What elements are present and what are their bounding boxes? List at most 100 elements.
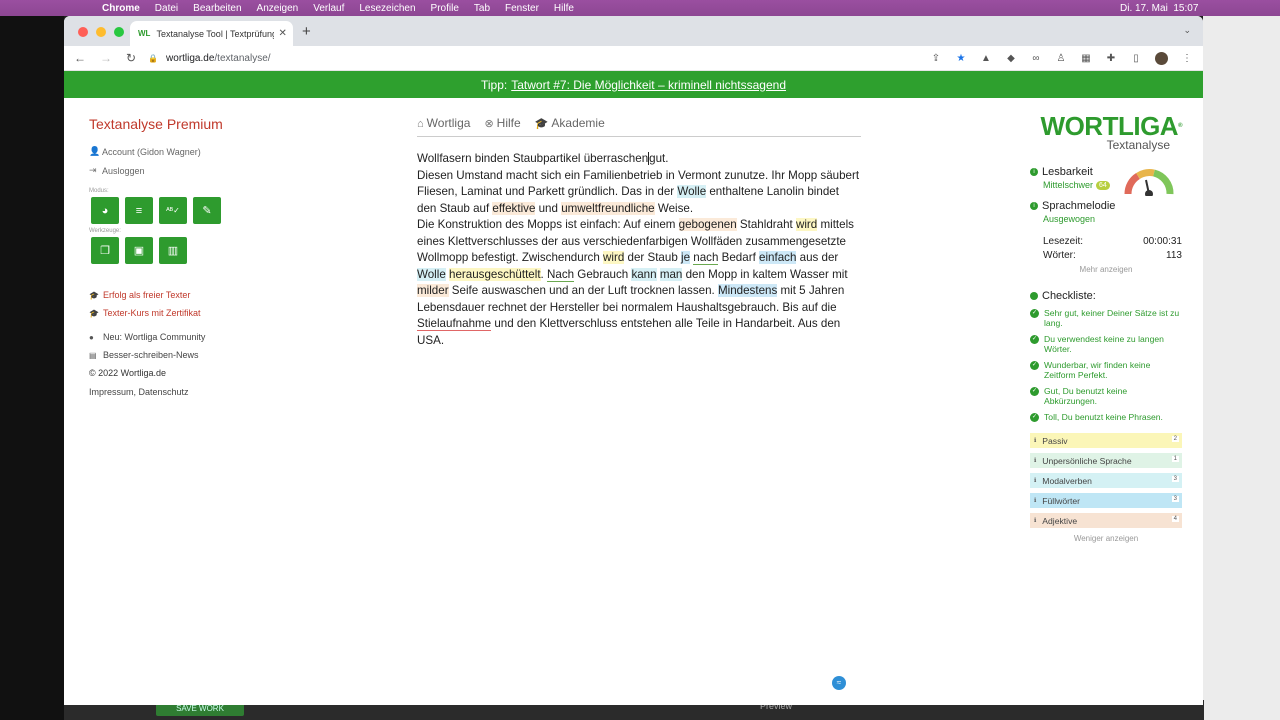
category-count: 2: [1171, 436, 1179, 442]
extension-icon[interactable]: ♙: [1055, 53, 1067, 64]
highlight-filler[interactable]: einfach: [759, 251, 797, 264]
menu-datei[interactable]: Datei: [155, 3, 178, 14]
highlight-adjective[interactable]: umweltfreundliche: [561, 201, 655, 215]
extensions-puzzle-icon[interactable]: ✚: [1105, 53, 1117, 64]
extension-icon[interactable]: ▦: [1080, 53, 1092, 64]
info-icon[interactable]: ℹ: [1034, 517, 1036, 524]
save-button[interactable]: ▣: [125, 237, 153, 264]
check-icon: ✓: [1030, 335, 1039, 344]
highlight-passive[interactable]: herausgeschüttelt: [449, 267, 541, 281]
menu-tab[interactable]: Tab: [474, 3, 490, 14]
category-impersonal[interactable]: ℹ Unpersönliche Sprache 1: [1030, 453, 1182, 468]
category-adjectives[interactable]: ℹ Adjektive 4: [1030, 513, 1182, 528]
show-less-link[interactable]: Weniger anzeigen: [1030, 534, 1182, 543]
nav-akademie[interactable]: 🎓 Akademie: [535, 116, 605, 130]
maximize-window-button[interactable]: [114, 27, 124, 37]
highlight-modal[interactable]: kann: [631, 267, 657, 281]
highlight-impersonal[interactable]: man: [659, 267, 683, 281]
highlight-modal[interactable]: Wolle: [417, 267, 446, 281]
extension-icon[interactable]: ▲: [980, 53, 992, 64]
forward-icon[interactable]: →: [100, 51, 112, 65]
community-link-label: Neu: Wortliga Community: [103, 332, 206, 342]
checklist-item: ✓ Gut, Du benutzt keine Abkürzungen.: [1030, 386, 1182, 406]
spelling-error-underline[interactable]: Stielaufnahme: [417, 317, 492, 331]
info-icon[interactable]: ℹ: [1034, 477, 1036, 484]
category-label: Passiv: [1042, 435, 1068, 446]
freelance-link[interactable]: 🎓 Erfolg als freier Texter: [89, 290, 289, 300]
menu-fenster[interactable]: Fenster: [505, 3, 539, 14]
bookmark-star-icon[interactable]: ★: [955, 53, 967, 64]
info-icon[interactable]: ℹ: [1034, 457, 1036, 464]
category-modal-verbs[interactable]: ℹ Modalverben 3: [1030, 473, 1182, 488]
share-icon[interactable]: ⇪: [930, 53, 942, 64]
copy-button[interactable]: ❐: [91, 237, 119, 264]
highlight-passive[interactable]: wird: [603, 251, 625, 264]
address-bar[interactable]: 🔒 wortliga.de/textanalyse/: [148, 53, 270, 64]
underline-suggestion[interactable]: nach: [693, 251, 719, 265]
minimize-window-button[interactable]: [96, 27, 106, 37]
menu-bearbeiten[interactable]: Bearbeiten: [193, 3, 241, 14]
new-tab-button[interactable]: +: [302, 23, 311, 40]
menu-chrome[interactable]: Chrome: [102, 3, 140, 14]
community-link[interactable]: ● Neu: Wortliga Community: [89, 332, 289, 342]
tip-link[interactable]: Tatwort #7: Die Möglichkeit – kriminell …: [511, 78, 786, 92]
sidebar-icon[interactable]: ▯: [1130, 53, 1142, 64]
close-window-button[interactable]: [78, 27, 88, 37]
menu-hilfe[interactable]: Hilfe: [554, 3, 574, 14]
back-icon[interactable]: ←: [74, 51, 86, 65]
close-tab-icon[interactable]: ✕: [278, 28, 286, 39]
delete-button[interactable]: ▥: [159, 237, 187, 264]
logo-text: WORTLIGA: [1040, 111, 1179, 141]
highlight-filler[interactable]: Wolle: [677, 185, 707, 198]
reload-icon[interactable]: ↻: [126, 51, 136, 65]
underline-suggestion[interactable]: Nach: [547, 267, 575, 282]
logout-link[interactable]: ⇥ Ausloggen: [89, 165, 289, 176]
extension-icon[interactable]: ∞: [1030, 53, 1042, 64]
menubar-clock[interactable]: Di. 17. Mai 15:07: [1120, 3, 1198, 14]
account-link[interactable]: 👤 Account (Gidon Wagner): [89, 146, 289, 157]
melody-value: Ausgewogen: [1043, 214, 1096, 224]
highlight-passive[interactable]: wird: [795, 218, 818, 231]
text-editor[interactable]: Wollfasern binden Staubpartikel überrasc…: [417, 151, 861, 349]
highlight-filler[interactable]: je: [681, 251, 691, 264]
info-icon[interactable]: ℹ: [1034, 497, 1036, 504]
menu-profile[interactable]: Profile: [431, 3, 459, 14]
kebab-menu-icon[interactable]: ⋮: [1181, 53, 1193, 64]
wortliga-logo[interactable]: WORTLIGA®: [1030, 111, 1183, 141]
nav-hilfe[interactable]: ⊗ Hilfe: [484, 116, 520, 130]
datenschutz-link[interactable]: Datenschutz: [139, 387, 189, 397]
info-icon[interactable]: i: [1030, 168, 1038, 176]
extension-icon[interactable]: ◆: [1005, 53, 1017, 64]
show-more-link[interactable]: Mehr anzeigen: [1030, 265, 1182, 274]
tab-textanalyse[interactable]: WL Textanalyse Tool | Textprüfung ✕: [130, 21, 293, 46]
info-icon[interactable]: [1030, 292, 1038, 300]
news-link-label: Besser-schreiben-News: [103, 350, 199, 360]
course-link[interactable]: 🎓 Texter-Kurs mit Zertifikat: [89, 308, 289, 318]
menu-anzeigen[interactable]: Anzeigen: [257, 3, 299, 14]
nav-wortliga[interactable]: ⌂ Wortliga: [417, 116, 470, 130]
palette-mode-button[interactable]: ◕: [91, 197, 119, 224]
impressum-link[interactable]: Impressum: [89, 387, 134, 397]
left-sidebar: Textanalyse Premium 👤 Account (Gidon Wagn…: [89, 116, 289, 397]
highlight-adjective[interactable]: milder: [417, 284, 449, 297]
text-run: Seife auswaschen und an der Luft trockne…: [448, 284, 718, 297]
tab-search-chevron-icon[interactable]: ⌄: [1183, 25, 1191, 36]
category-passive[interactable]: ℹ Passiv 2: [1030, 433, 1182, 448]
menu-lesezeichen[interactable]: Lesezeichen: [359, 3, 415, 14]
highlight-adjective[interactable]: effektive: [492, 201, 536, 215]
spellcheck-mode-button[interactable]: ᴬᴮ✓: [159, 197, 187, 224]
info-icon[interactable]: ℹ: [1034, 437, 1036, 444]
highlight-filler[interactable]: Mindestens: [717, 284, 778, 297]
text-mode-button[interactable]: ≡: [125, 197, 153, 224]
category-filler-words[interactable]: ℹ Füllwörter 3: [1030, 493, 1182, 508]
highlight-adjective[interactable]: gebogenen: [678, 218, 737, 231]
profile-avatar[interactable]: [1155, 52, 1168, 65]
news-link[interactable]: ▤ Besser-schreiben-News: [89, 350, 289, 360]
info-icon[interactable]: i: [1030, 202, 1038, 210]
lock-icon[interactable]: 🔒: [148, 54, 158, 63]
background-app-left: [0, 16, 64, 720]
reading-time-label: Lesezeit:: [1043, 236, 1084, 247]
menu-verlauf[interactable]: Verlauf: [313, 3, 344, 14]
floating-assistant-icon[interactable]: ≈: [832, 676, 846, 690]
edit-mode-button[interactable]: ✎: [193, 197, 221, 224]
